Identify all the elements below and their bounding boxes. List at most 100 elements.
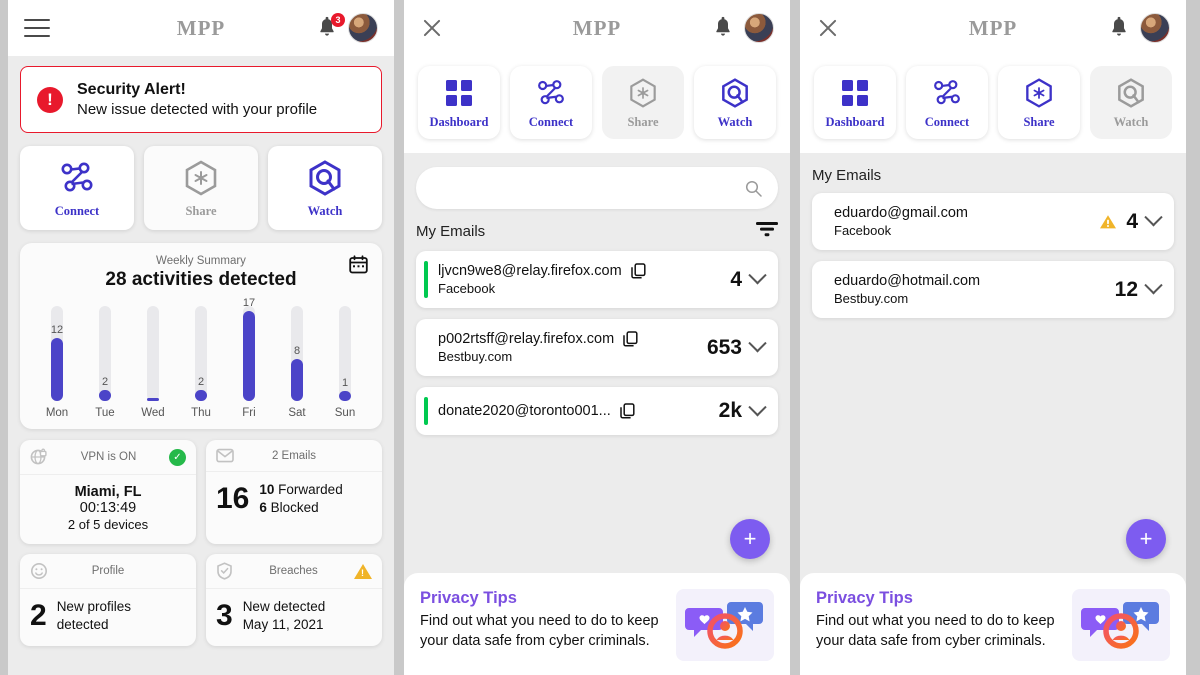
emails-title: 2 Emails: [271, 449, 317, 462]
email-address-row: eduardo@gmail.com: [834, 205, 1099, 221]
email-list-item[interactable]: p002rtsff@relay.firefox.com Bestbuy.com 65…: [416, 319, 778, 376]
profile-detail-line1: New profiles: [56, 599, 131, 614]
bar-column-sun: 1 Sun: [326, 306, 364, 419]
email-info: eduardo@hotmail.com Bestbuy.com: [812, 273, 1115, 306]
tab-label-watch: Watch: [1113, 115, 1149, 129]
hamburger-icon[interactable]: [24, 19, 50, 37]
email-count: 4: [1126, 209, 1138, 233]
privacy-tips-card-3[interactable]: Privacy Tips Find out what you need to d…: [800, 573, 1186, 675]
email-info: ljvcn9we8@relay.firefox.com Facebook: [416, 263, 730, 296]
top-bar: MPP 3: [8, 0, 394, 56]
tab-share[interactable]: Share: [602, 66, 684, 139]
bell-icon[interactable]: [712, 16, 734, 40]
email-list-item[interactable]: ljvcn9we8@relay.firefox.com Facebook 4: [416, 251, 778, 308]
avatar[interactable]: [1140, 13, 1170, 43]
share-hex-icon: [630, 78, 656, 108]
email-count: 653: [706, 335, 742, 359]
tab-share[interactable]: Share: [998, 66, 1080, 139]
search-bar[interactable]: [416, 167, 778, 209]
privacy-tips-title-2: Privacy Tips: [420, 589, 517, 607]
tab-connect[interactable]: Connect: [906, 66, 988, 139]
breaches-card-body: 3 New detected May 11, 2021: [206, 589, 382, 646]
bar-track: 1: [339, 306, 351, 401]
add-email-fab[interactable]: +: [730, 519, 770, 559]
emails-forwarded-label: Forwarded: [278, 482, 343, 497]
tab-dashboard[interactable]: Dashboard: [418, 66, 500, 139]
tab-watch[interactable]: Watch: [694, 66, 776, 139]
stat-card-emails[interactable]: 2 Emails 16 10 Forwarded 6 Blocked: [206, 440, 382, 544]
my-email-list: eduardo@gmail.com Facebook 4 eduardo@hotmai…: [812, 193, 1174, 318]
weekly-summary-chart-card: Weekly Summary 28 activities detected 12…: [20, 243, 382, 429]
bar-track: 2: [99, 306, 111, 401]
email-count: 12: [1114, 277, 1138, 301]
tab-watch[interactable]: Watch: [1090, 66, 1172, 139]
watch-hex-icon: [722, 78, 748, 108]
email-address-row: eduardo@hotmail.com: [834, 273, 1115, 289]
avatar[interactable]: [348, 13, 378, 43]
copy-icon[interactable]: [620, 403, 635, 419]
bar-column-tue: 2 Tue: [86, 306, 124, 419]
add-email-fab[interactable]: +: [1126, 519, 1166, 559]
privacy-tips-body-2: Find out what you need to do to keep you…: [420, 613, 659, 650]
email-count: 2k: [718, 399, 742, 422]
stat-card-vpn[interactable]: VPN is ON ✓ Miami, FL 00:13:49 2 of 5 de…: [20, 440, 196, 544]
breaches-card-header: Breaches: [206, 554, 382, 589]
tab-label-watch: Watch: [717, 115, 753, 129]
email-address-row: donate2020@toronto001...: [438, 403, 719, 419]
bar-value-label: 17: [242, 297, 256, 309]
share-hex-icon: [185, 160, 217, 196]
search-icon[interactable]: [745, 180, 762, 197]
copy-icon[interactable]: [630, 263, 646, 279]
bar-value-label: 2: [101, 376, 109, 388]
profile-detail-line2: detected: [56, 617, 109, 633]
chevron-down-icon[interactable]: [1144, 208, 1163, 227]
privacy-tips-title-3: Privacy Tips: [816, 589, 913, 607]
email-address: ljvcn9we8@relay.firefox.com: [438, 263, 622, 279]
stat-card-profile[interactable]: Profile 2 New profiles detected: [20, 554, 196, 647]
filter-glyph: [756, 222, 778, 237]
chart-subtitle: Weekly Summary: [156, 255, 246, 267]
smiley-icon: [31, 563, 47, 579]
bar-fill: [291, 359, 303, 401]
email-info: eduardo@gmail.com Facebook: [812, 205, 1099, 238]
emails-card-body: 16 10 Forwarded 6 Blocked: [206, 472, 382, 529]
bell-icon[interactable]: [1108, 16, 1130, 40]
vpn-devices: 2 of 5 devices: [67, 517, 149, 532]
chevron-down-icon[interactable]: [748, 266, 767, 285]
chevron-down-icon[interactable]: [748, 397, 767, 416]
alert-title: Security Alert!: [77, 81, 186, 98]
quick-actions-row: Connect Share Watch: [20, 146, 382, 230]
breaches-count: 3: [216, 599, 233, 633]
action-card-watch[interactable]: Watch: [268, 146, 382, 230]
security-alert-banner[interactable]: ! Security Alert! New issue detected wit…: [20, 66, 382, 133]
tab-label-share: Share: [1023, 115, 1055, 129]
close-icon[interactable]: [816, 16, 840, 40]
bell-icon[interactable]: 3: [316, 13, 345, 40]
tab-label-connect: Connect: [924, 115, 970, 129]
stat-card-breaches[interactable]: Breaches 3 New detected May 11, 2021: [206, 554, 382, 647]
breaches-title: Breaches: [269, 565, 318, 577]
email-list-item[interactable]: eduardo@hotmail.com Bestbuy.com 12: [812, 261, 1174, 318]
avatar[interactable]: [744, 13, 774, 43]
action-card-connect[interactable]: Connect: [20, 146, 134, 230]
tab-connect[interactable]: Connect: [510, 66, 592, 139]
bar-day-label: Sun: [334, 407, 356, 419]
tab-label-dashboard: Dashboard: [429, 115, 489, 129]
email-list-item[interactable]: eduardo@gmail.com Facebook 4: [812, 193, 1174, 250]
phone-screen-dashboard: MPP 3 ! Security Alert! New issue detect…: [8, 0, 394, 675]
dashboard-body: ! Security Alert! New issue detected wit…: [8, 56, 394, 675]
calendar-icon[interactable]: [349, 255, 368, 279]
bar-fill: [195, 390, 207, 401]
search-input[interactable]: [432, 180, 745, 196]
chevron-down-icon[interactable]: [748, 334, 767, 353]
email-list-item[interactable]: donate2020@toronto001... 2k: [416, 387, 778, 435]
close-icon[interactable]: [420, 16, 444, 40]
chevron-down-icon[interactable]: [1144, 276, 1163, 295]
action-card-share[interactable]: Share: [144, 146, 258, 230]
privacy-tips-card-2[interactable]: Privacy Tips Find out what you need to d…: [404, 573, 790, 675]
tab-dashboard[interactable]: Dashboard: [814, 66, 896, 139]
breaches-detail: New detected May 11, 2021: [243, 598, 326, 634]
filter-icon[interactable]: [756, 221, 778, 242]
breaches-detail-line2: May 11, 2021: [242, 617, 324, 633]
copy-icon[interactable]: [623, 331, 638, 347]
